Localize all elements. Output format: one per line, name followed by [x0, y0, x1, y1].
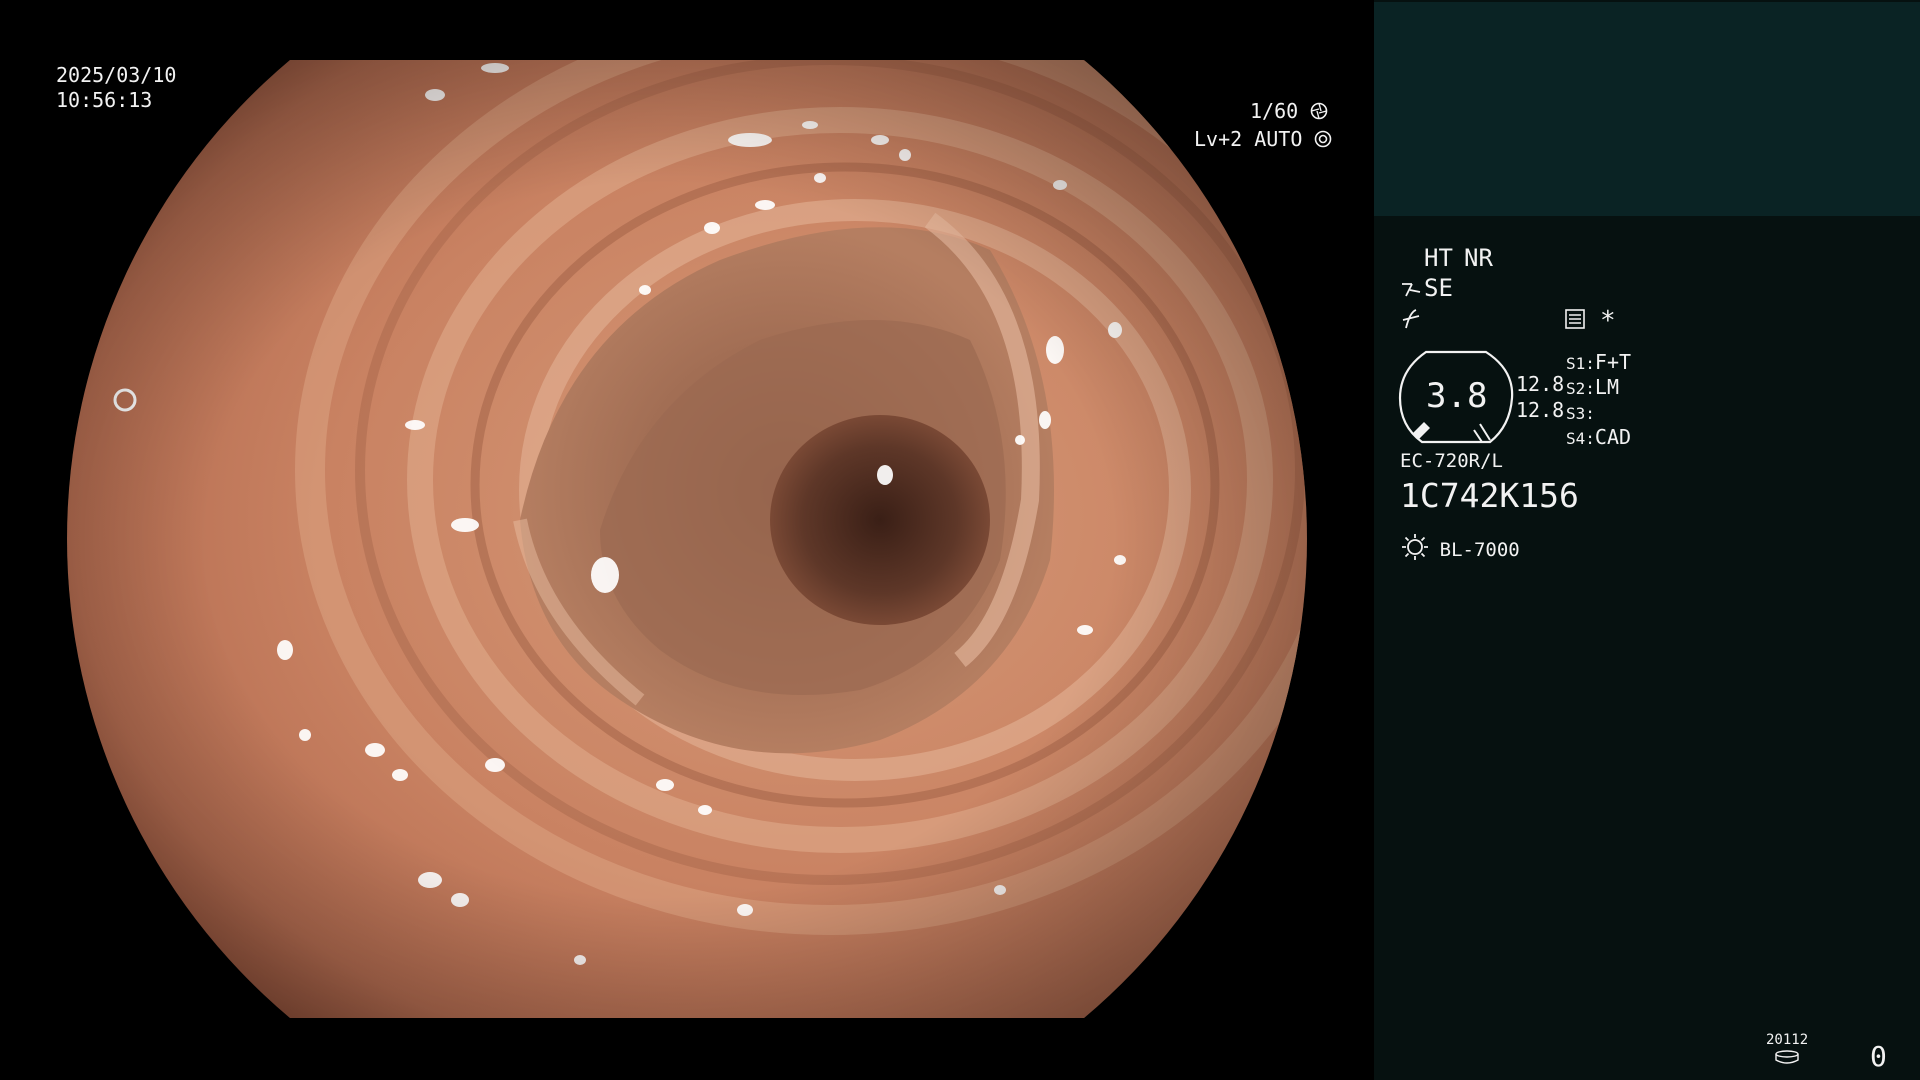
storage-icon: [1775, 1050, 1799, 1064]
storage-counter-label: 20112: [1766, 1032, 1809, 1048]
asterisk-indicator: *: [1600, 306, 1616, 336]
aperture-top: 12.8: [1516, 372, 1565, 396]
light-source: BL-7000: [1400, 532, 1520, 562]
light-source-icon: [1402, 534, 1428, 560]
panel-header-area: [1374, 2, 1920, 216]
iris-readout: Lv+2 AUTO: [1194, 127, 1332, 152]
record-icon: [1565, 309, 1585, 329]
switch-s4-key: S4:: [1566, 429, 1595, 448]
switch-s1-value: F+T: [1594, 350, 1632, 374]
exam-date: 2025/03/10: [56, 63, 177, 87]
aperture-bottom: 12.8: [1516, 398, 1565, 422]
nr-label: NR: [1464, 244, 1493, 272]
switch-s3: S3:: [1566, 400, 1595, 424]
switch-s3-key: S3:: [1566, 404, 1595, 423]
scope-model: EC-720R/L: [1400, 450, 1503, 472]
se-label: SE: [1424, 274, 1453, 302]
endoscope-video-area: 2025/03/10 10:56:13 1/60 Lv+2 AUTO: [0, 0, 1374, 1080]
switch-s4: S4:CAD: [1566, 425, 1631, 449]
switch-s4-value: CAD: [1594, 425, 1632, 449]
info-panel: HT NR SE * 3.8 12.8 12.8 S1:F+T S2:LM S3…: [1374, 0, 1920, 1080]
switch-s2-key: S2:: [1566, 379, 1595, 398]
switch-s1: S1:F+T: [1566, 350, 1631, 374]
switch-s1-key: S1:: [1566, 354, 1595, 373]
zoom-value: 3.8: [1426, 376, 1488, 416]
brightness-level: Lv+2: [1194, 127, 1243, 151]
exam-time: 10:56:13: [56, 88, 153, 112]
switch-s2-value: LM: [1594, 375, 1619, 399]
switch-s2: S2:LM: [1566, 375, 1619, 399]
noise-curve-icon: [1402, 309, 1420, 329]
shutter-value: 1/60: [1250, 99, 1299, 123]
iris-mode: AUTO: [1254, 127, 1303, 151]
shutter-readout: 1/60: [1250, 99, 1328, 124]
shutter-icon: [1310, 102, 1328, 120]
light-source-model: BL-7000: [1439, 539, 1520, 561]
endoscopic-view: [67, 60, 1307, 1018]
storage-counter-value: 0: [1870, 1040, 1887, 1073]
ht-label: HT: [1424, 244, 1453, 272]
se-enhance-icon: [1402, 283, 1421, 297]
auto-iris-icon: [1315, 130, 1332, 148]
scope-serial: 1C742K156: [1400, 476, 1579, 515]
